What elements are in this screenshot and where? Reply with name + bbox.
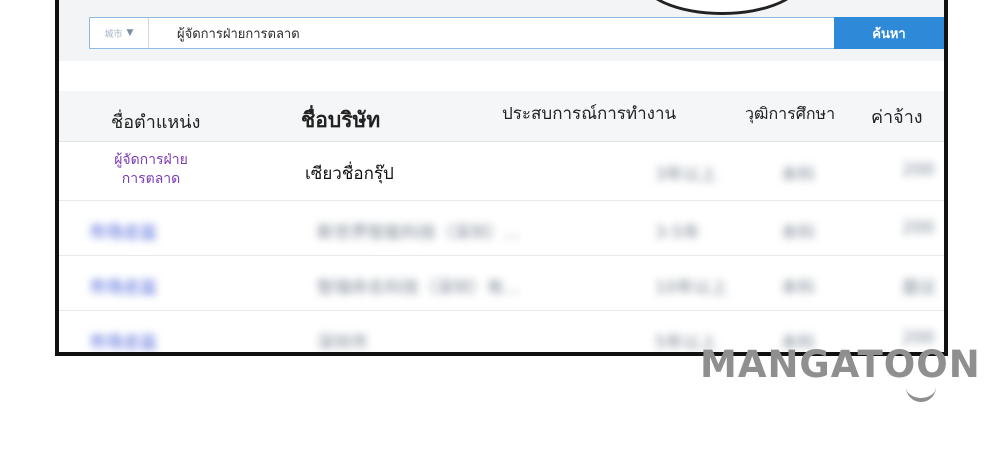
education-value: 本科 [781, 223, 815, 243]
job-title-link[interactable]: 市场总监 [89, 273, 157, 298]
header-salary: ค่าจ้าง [871, 107, 923, 128]
chevron-down-icon: ▼ [126, 28, 134, 38]
job-title-link[interactable]: 市场总监 [89, 218, 157, 243]
table-row[interactable]: 市场总监 新世界智能科技（深圳）... 3-5年 本科 200 [59, 200, 944, 256]
header-company: ชื่อบริษัท [301, 108, 381, 132]
watermark-smile-icon [906, 384, 936, 402]
header-experience: ประสบการณ์การทำงาน [502, 104, 677, 124]
experience-value: 3-5年 [655, 223, 700, 243]
table-row[interactable]: ผู้จัดการฝ่าย การตลาด เซียวชื่อกรุ๊ป 3年以… [59, 145, 944, 201]
company-name: 新世界智能科技（深圳）... [317, 223, 521, 243]
company-name: เซียวชื่อกรุ๊ป [305, 164, 394, 184]
search-bar: 城市 ▼ ผู้จัดการฝ่ายการตลาด [89, 17, 913, 49]
experience-value: 10年以上 [655, 278, 728, 298]
company-name: 智瑞命名科技（深圳）有... [317, 278, 521, 298]
education-value: 本科 [781, 278, 815, 298]
job-title-line2: การตลาด [121, 171, 181, 187]
job-title-link[interactable]: ผู้จัดการฝ่าย การตลาด [106, 151, 196, 189]
salary-value: 面议 [902, 278, 936, 298]
job-search-window: 城市 ▼ ผู้จัดการฝ่ายการตลาด ค้นหา ชื่อตำแห… [55, 0, 948, 356]
salary-value: 200 [902, 218, 935, 238]
scope-label: 城市 [104, 29, 123, 40]
company-name: 深圳市 [317, 333, 368, 353]
header-education: วุฒิการศึกษา [745, 104, 836, 123]
table-row[interactable]: 市场总监 智瑞命名科技（深圳）有... 10年以上 本科 面议 [59, 255, 944, 311]
education-value: 本科 [781, 165, 815, 185]
salary-value: 200 [902, 160, 935, 180]
experience-value: 3年以上 [655, 165, 717, 185]
job-title-line1: ผู้จัดการฝ่าย [114, 152, 188, 168]
search-button[interactable]: ค้นหา [834, 17, 944, 49]
search-input[interactable]: ผู้จัดการฝ่ายการตลาด [149, 23, 912, 44]
job-title-link[interactable]: 市场总监 [89, 328, 157, 352]
scope-dropdown[interactable]: 城市 ▼ [90, 18, 149, 48]
header-job-title: ชื่อตำแหน่ง [111, 112, 201, 133]
mangatoon-watermark: MANGATOON [700, 343, 981, 386]
